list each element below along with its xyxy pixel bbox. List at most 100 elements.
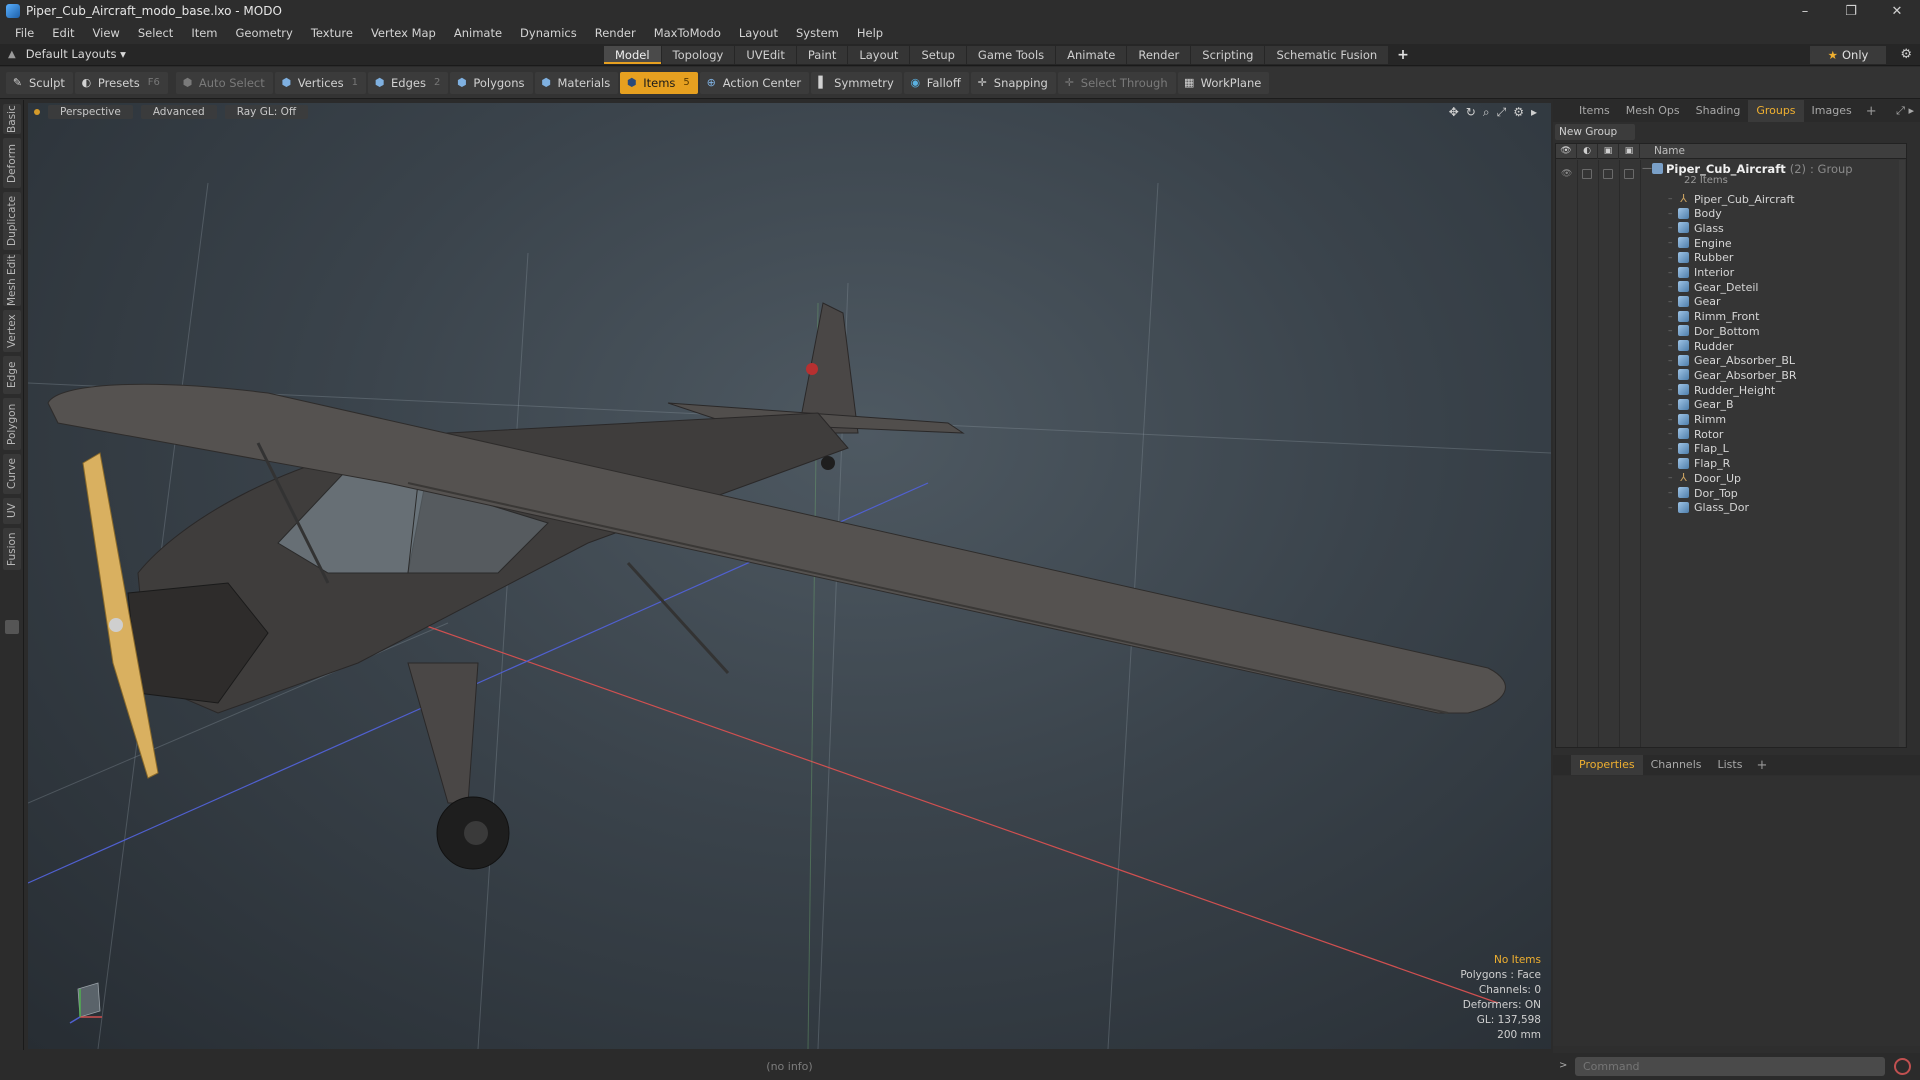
collapse-arrow-icon[interactable]: ▲ — [8, 49, 16, 60]
layout-tab-paint[interactable]: Paint — [796, 46, 849, 64]
items-button[interactable]: ⬢ Items 5 — [620, 71, 698, 94]
left-tab-polygon[interactable]: Polygon — [3, 398, 21, 450]
layout-tab-schematic-fusion[interactable]: Schematic Fusion — [1265, 46, 1390, 64]
bottom-tab-channels[interactable]: Channels — [1643, 755, 1710, 775]
default-layouts-dropdown[interactable]: ▲ Default Layouts ▾ — [8, 47, 126, 61]
menu-edit[interactable]: Edit — [43, 26, 83, 40]
raygl-toggle-button[interactable]: Ray GL: Off — [224, 105, 309, 119]
menu-geometry[interactable]: Geometry — [227, 26, 302, 40]
name-column-header[interactable]: Name — [1640, 145, 1685, 157]
collapse-icon[interactable]: — — [1642, 163, 1652, 174]
viewport-menu-dot[interactable] — [34, 109, 40, 115]
bottom-tab-properties[interactable]: Properties — [1571, 755, 1643, 775]
piper-cub-aircraft-model[interactable] — [47, 302, 1506, 870]
menu-view[interactable]: View — [84, 26, 129, 40]
properties-panel — [1553, 776, 1920, 1046]
edges-button[interactable]: ⬢ Edges 2 — [368, 71, 449, 94]
menu-help[interactable]: Help — [848, 26, 892, 40]
title-bar: Piper_Cub_Aircraft_modo_base.lxo - MODO … — [0, 0, 1920, 22]
window-title: Piper_Cub_Aircraft_modo_base.lxo - MODO — [26, 4, 282, 18]
close-button[interactable]: ✕ — [1874, 0, 1920, 22]
left-tab-edge[interactable]: Edge — [3, 356, 21, 394]
visibility-column-icon[interactable]: 👁 — [1556, 144, 1577, 159]
layout-tab-scripting[interactable]: Scripting — [1191, 46, 1266, 64]
layout-tab-render[interactable]: Render — [1127, 46, 1192, 64]
select-column-icon[interactable]: ▣ — [1619, 144, 1640, 159]
left-tab-basic[interactable]: Basic — [3, 104, 21, 134]
layout-tab-animate[interactable]: Animate — [1056, 46, 1128, 64]
left-tab-deform[interactable]: Deform — [3, 138, 21, 188]
items-shortcut: 5 — [683, 77, 690, 88]
layout-tab-uvedit[interactable]: UVEdit — [735, 46, 797, 64]
panel-tab-images[interactable]: Images — [1804, 100, 1860, 122]
bottom-tab-lists[interactable]: Lists — [1710, 755, 1751, 775]
menu-animate[interactable]: Animate — [445, 26, 511, 40]
left-tab-vertex[interactable]: Vertex — [3, 310, 21, 352]
panel-tab-mesh-ops[interactable]: Mesh Ops — [1618, 100, 1688, 122]
add-bottom-tab-button[interactable]: + — [1750, 758, 1773, 773]
panel-expand-icon[interactable]: ⤢ ▸ — [1896, 104, 1914, 118]
minimize-button[interactable]: – — [1782, 0, 1828, 22]
menu-vertex-map[interactable]: Vertex Map — [362, 26, 445, 40]
root-render-toggle[interactable] — [1582, 169, 1592, 179]
menu-maxtomodo[interactable]: MaxToModo — [645, 26, 730, 40]
shading-advanced-button[interactable]: Advanced — [140, 105, 217, 119]
select-through-button[interactable]: ✛ Select Through — [1057, 71, 1176, 94]
layout-tab-setup[interactable]: Setup — [910, 46, 967, 64]
presets-button[interactable]: ◐ Presets F6 — [74, 71, 168, 94]
root-visibility-icon[interactable]: 👁 — [1561, 169, 1572, 179]
root-lock-toggle[interactable] — [1603, 169, 1613, 179]
panel-tab-groups[interactable]: Groups — [1748, 100, 1804, 122]
tree-scrollbar[interactable] — [1899, 160, 1905, 747]
edges-label: Edges — [391, 75, 426, 90]
view-perspective-button[interactable]: Perspective — [48, 105, 133, 119]
render-column-icon[interactable]: ◐ — [1577, 144, 1598, 159]
layout-tab-topology[interactable]: Topology — [661, 46, 736, 64]
layout-tab-layout[interactable]: Layout — [848, 46, 911, 64]
menu-texture[interactable]: Texture — [302, 26, 362, 40]
polygons-button[interactable]: ⬢ Polygons — [450, 71, 533, 94]
symmetry-button[interactable]: ▌ Symmetry — [811, 71, 902, 94]
symmetry-icon: ▌ — [818, 76, 827, 89]
vertices-button[interactable]: ⬢ Vertices 1 — [274, 71, 366, 94]
snapping-button[interactable]: ✛ Snapping — [970, 71, 1056, 94]
items-label: Items — [643, 75, 676, 90]
materials-button[interactable]: ⬢ Materials — [534, 71, 619, 94]
auto-select-button[interactable]: ⬢ Auto Select — [175, 71, 273, 94]
tree-item-name: Rudder_Height — [1694, 383, 1776, 397]
tree-item[interactable]: – Glass_Dor — [1556, 499, 1906, 517]
falloff-button[interactable]: ◉ Falloff — [903, 71, 969, 94]
gear-icon[interactable]: ⚙ — [1900, 47, 1912, 62]
menu-layout[interactable]: Layout — [730, 26, 787, 40]
panel-tab-items[interactable]: Items — [1571, 100, 1618, 122]
panel-tab-shading[interactable]: Shading — [1688, 100, 1749, 122]
palette-toggle[interactable] — [5, 620, 19, 634]
menu-select[interactable]: Select — [129, 26, 182, 40]
sculpt-button[interactable]: ✎ Sculpt — [6, 71, 73, 94]
command-input[interactable] — [1575, 1057, 1885, 1076]
layout-tab-game-tools[interactable]: Game Tools — [966, 46, 1057, 64]
maximize-button[interactable]: ❐ — [1828, 0, 1874, 22]
add-panel-tab-button[interactable]: + — [1860, 104, 1883, 119]
group-root-row[interactable]: 👁 — Piper_Cub_Aircraft (2) : Group 22 It… — [1556, 161, 1906, 189]
menu-dynamics[interactable]: Dynamics — [511, 26, 586, 40]
3d-viewport[interactable]: Perspective Advanced Ray GL: Off ✥ ↻ ⌕ ⤢… — [28, 103, 1551, 1049]
only-button[interactable]: ★ Only — [1810, 46, 1886, 64]
left-tab-uv[interactable]: UV — [3, 498, 21, 524]
menu-system[interactable]: System — [787, 26, 848, 40]
menu-file[interactable]: File — [6, 26, 43, 40]
add-layout-tab-button[interactable]: + — [1389, 46, 1417, 64]
layout-tab-model[interactable]: Model — [604, 46, 662, 64]
workplane-button[interactable]: ▦ WorkPlane — [1177, 71, 1270, 94]
menu-render[interactable]: Render — [586, 26, 645, 40]
new-group-button[interactable]: New Group — [1555, 124, 1635, 140]
left-tab-mesh-edit[interactable]: Mesh Edit — [3, 254, 21, 306]
lock-column-icon[interactable]: ▣ — [1598, 144, 1619, 159]
action-center-button[interactable]: ⊕ Action Center — [699, 71, 810, 94]
left-tab-fusion[interactable]: Fusion — [3, 528, 21, 570]
menu-item[interactable]: Item — [182, 26, 226, 40]
left-tab-curve[interactable]: Curve — [3, 454, 21, 494]
left-tab-duplicate[interactable]: Duplicate — [3, 192, 21, 250]
root-select-toggle[interactable] — [1624, 169, 1634, 179]
record-macro-icon[interactable] — [1894, 1058, 1911, 1075]
